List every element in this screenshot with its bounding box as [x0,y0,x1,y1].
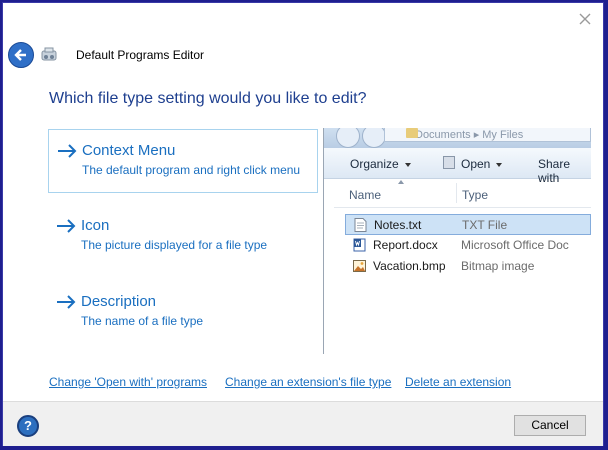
column-name[interactable]: Name [349,188,381,202]
file-name: Notes.txt [374,218,422,232]
change-open-with-link[interactable]: Change 'Open with' programs [49,375,207,389]
option-title: Context Menu [82,142,176,159]
right-arrow-icon [57,219,76,233]
option-icon[interactable]: Icon The picture displayed for a file ty… [48,205,318,269]
close-icon[interactable] [577,11,593,27]
option-description: The default program and right click menu [82,163,301,177]
sort-ascending-icon [398,180,404,184]
file-type: TXT File [462,218,508,232]
dialog-window: Default Programs Editor Which file type … [2,2,604,446]
chevron-down-icon [496,162,503,167]
folder-icon [406,128,418,138]
page-heading: Which file type setting would you like t… [49,90,367,107]
organize-menu[interactable]: Organize [350,157,411,171]
open-menu[interactable]: Open [461,157,503,171]
change-extension-type-link[interactable]: Change an extension's file type [225,375,391,389]
explorer-preview: Documents ▸ My Files Organize Open Share… [323,128,591,354]
column-headers: Name Type [334,179,591,208]
preview-back-icon [336,128,360,148]
file-row[interactable]: Report.docx Microsoft Office Doc [345,235,591,256]
file-name: Report.docx [373,238,438,252]
option-title: Description [81,293,157,310]
option-description[interactable]: Description The name of a file type [48,281,318,345]
file-row[interactable]: Notes.txt TXT File [345,214,591,235]
file-type: Microsoft Office Doc [461,238,569,252]
option-context-menu[interactable]: Context Menu The default program and rig… [48,129,318,193]
right-arrow-icon [58,144,77,158]
help-icon[interactable]: ? [17,415,39,437]
file-name: Vacation.bmp [373,259,446,273]
chevron-down-icon [404,162,411,167]
open-label: Open [461,157,491,171]
file-row[interactable]: Vacation.bmp Bitmap image [345,256,591,277]
option-title: Icon [81,217,110,234]
right-arrow-icon [57,295,76,309]
bitmap-image-icon [353,260,366,272]
column-divider [456,183,457,203]
back-arrow-icon[interactable] [8,42,34,68]
option-description: The name of a file type [81,314,204,328]
file-type: Bitmap image [461,259,535,273]
open-document-icon [443,156,455,169]
option-description: The picture displayed for a file type [81,238,268,252]
dialog-footer: ? Cancel [3,401,603,446]
delete-extension-link[interactable]: Delete an extension [405,375,511,389]
preview-titlebar: Documents ▸ My Files [324,128,591,148]
default-programs-icon [39,45,59,65]
cancel-button[interactable]: Cancel [514,415,586,436]
organize-label: Organize [350,157,399,171]
word-doc-icon [353,238,366,252]
window-title: Default Programs Editor [76,48,205,62]
text-file-icon [354,218,367,232]
preview-toolbar: Organize Open Share with [324,148,591,185]
column-type[interactable]: Type [462,188,488,202]
preview-forward-icon [362,128,386,148]
